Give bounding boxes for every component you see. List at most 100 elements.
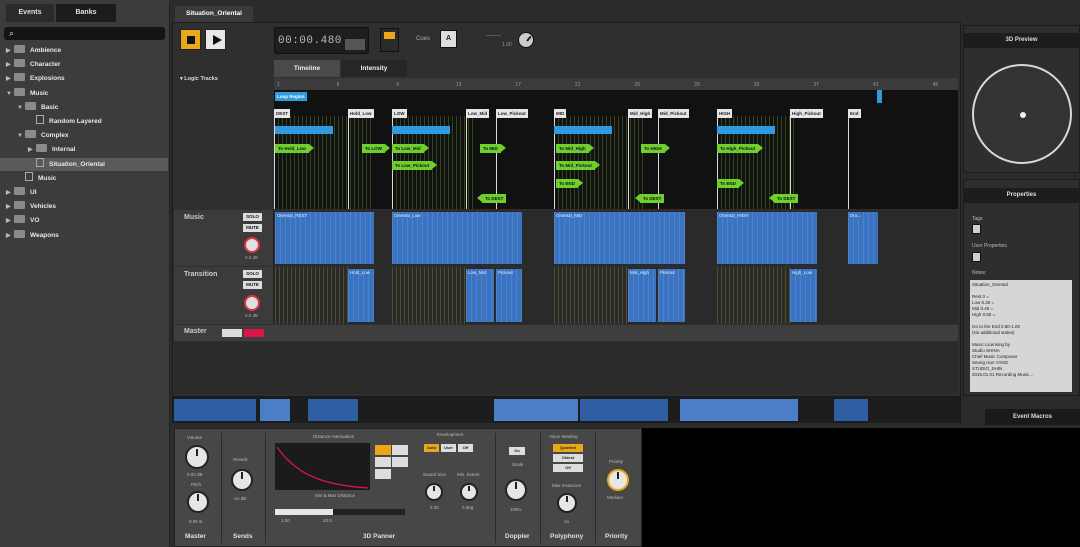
audio-region[interactable]: Low_Mid	[466, 269, 494, 322]
tab-intensity[interactable]: Intensity	[341, 60, 407, 77]
transition-marker[interactable]: To Low_Pickout	[392, 161, 438, 170]
audio-region[interactable]: Oriental_REST	[275, 212, 374, 264]
loop-bar[interactable]	[717, 126, 775, 134]
priority-knob[interactable]	[607, 469, 629, 491]
volume-knob[interactable]	[244, 295, 260, 311]
chevron-right-icon[interactable]: ▶	[6, 73, 14, 86]
transition-marker[interactable]: To Low_Mid	[392, 144, 429, 153]
playhead-cursor[interactable]	[877, 90, 882, 103]
listener-icon[interactable]	[1020, 112, 1026, 118]
tree-item-ui[interactable]: ▶ UI	[0, 186, 168, 199]
logic-track-area[interactable]: Loop Region DEST Hold_Low LOW Low_Mid Low_Pic…	[274, 90, 958, 209]
audio-region[interactable]: Oriental_HIGH	[717, 212, 817, 264]
audio-region[interactable]: High_Low	[790, 269, 817, 322]
destination-marker[interactable]: Low_Mid	[466, 109, 490, 118]
transition-marker[interactable]: To Hold_Low	[275, 144, 314, 153]
tab-situation-oriental[interactable]: Situation_Oriental	[175, 6, 253, 22]
notes-field[interactable]: Situation_Oriental Rest 0 = Low 0.30 = M…	[970, 280, 1072, 392]
curve-inverse-button[interactable]	[375, 457, 391, 467]
transition-marker[interactable]: To High_Pickout	[717, 144, 764, 153]
tree-item-vehicles[interactable]: ▶ Vehicles	[0, 200, 168, 213]
solo-button[interactable]: SOLO	[243, 270, 262, 278]
tree-item-vo[interactable]: ▶ VO	[0, 214, 168, 227]
audio-region[interactable]: Mid_High	[628, 269, 656, 322]
voice-stealing-quietest[interactable]: Quietest	[553, 444, 583, 452]
logic-tracks-toggle[interactable]: ▾ Logic Tracks	[180, 76, 218, 82]
tempo-knob[interactable]	[518, 32, 534, 48]
min-extent-knob[interactable]	[460, 483, 478, 501]
tree-item-explosions[interactable]: ▶ Explosions	[0, 72, 168, 85]
master-volume-knob[interactable]	[185, 445, 209, 469]
destination-marker[interactable]: Mid_Pickout	[658, 109, 689, 118]
loop-bar[interactable]	[554, 126, 612, 134]
audio-region[interactable]: Dra...	[848, 212, 878, 264]
transition-marker[interactable]: To END	[717, 179, 744, 188]
timeline-ruler[interactable]: 15913172125293337414549	[274, 78, 998, 90]
chevron-right-icon[interactable]: ▶	[6, 201, 14, 214]
chevron-right-icon[interactable]: ▶	[6, 187, 14, 200]
tab-event-macros[interactable]: Event Macros	[985, 409, 1080, 425]
doppler-scale-knob[interactable]	[505, 479, 527, 501]
destination-marker[interactable]: MID	[554, 109, 567, 118]
attenuation-curve-graph[interactable]	[275, 443, 370, 490]
destination-marker[interactable]: High_Pickout	[790, 109, 823, 118]
transition-marker[interactable]: To END	[556, 179, 583, 188]
audio-region[interactable]: Oriental_Low	[392, 212, 522, 264]
loop-toggle-button[interactable]	[380, 28, 399, 52]
chevron-right-icon[interactable]: ▶	[6, 59, 14, 72]
destination-marker[interactable]: LOW	[392, 109, 407, 118]
curve-off-button[interactable]	[375, 469, 391, 479]
loop-bar[interactable]	[275, 126, 333, 134]
transition-marker[interactable]: To Mid_High	[556, 144, 594, 153]
audio-region[interactable]: Pickout	[496, 269, 522, 322]
volume-knob[interactable]	[244, 237, 260, 253]
envelopment-user-button[interactable]: User	[441, 444, 456, 452]
audio-region[interactable]: Hold_Low	[348, 269, 374, 322]
audio-region[interactable]: Oriental_MID	[554, 212, 685, 264]
distance-range-slider[interactable]	[275, 509, 405, 515]
chevron-down-icon[interactable]: ▼	[17, 102, 25, 115]
chevron-right-icon[interactable]: ▶	[6, 215, 14, 228]
transition-marker[interactable]: To DEST	[476, 194, 507, 203]
destination-marker[interactable]: End	[848, 109, 861, 118]
reverb-send-knob[interactable]	[231, 469, 253, 491]
tab-timeline[interactable]: Timeline	[274, 60, 340, 77]
transition-marker[interactable]: To DEST	[768, 194, 799, 203]
tree-item-character[interactable]: ▶ Character	[0, 58, 168, 71]
tree-item-basic[interactable]: ▼ Basic	[0, 101, 168, 114]
max-instances-knob[interactable]	[557, 493, 577, 513]
destination-marker[interactable]: HIGH	[717, 109, 733, 118]
destination-marker[interactable]: Mid_High	[628, 109, 653, 118]
loop-region-marker[interactable]: Loop Region	[275, 92, 307, 101]
destination-marker[interactable]: Hold_Low	[348, 109, 374, 118]
play-button[interactable]	[205, 29, 226, 50]
transition-marker[interactable]: To MID	[480, 144, 506, 153]
track-lane[interactable]: Hold_Low Low_Mid Pickout Mid_High Pickout Hig…	[274, 267, 958, 324]
user-properties-field[interactable]	[972, 252, 981, 262]
tab-banks[interactable]: Banks	[56, 4, 116, 22]
3d-preview-globe[interactable]	[972, 64, 1072, 164]
curve-custom-button[interactable]	[392, 457, 408, 467]
chevron-down-icon[interactable]: ▼	[17, 130, 25, 143]
tree-item-music[interactable]: ▼ Music	[0, 87, 168, 100]
envelopment-off-button[interactable]: Off	[458, 444, 473, 452]
destination-marker[interactable]: Low_Pickout	[496, 109, 528, 118]
chevron-down-icon[interactable]: ▼	[6, 88, 14, 101]
transition-marker[interactable]: To HIGH	[641, 144, 670, 153]
voice-stealing-oldest[interactable]: Oldest	[553, 454, 583, 462]
audio-region[interactable]: Pickout	[658, 269, 685, 322]
tree-item-situation-oriental[interactable]: Situation_Oriental	[0, 157, 168, 171]
time-format-button[interactable]	[345, 39, 365, 50]
curve-log-button[interactable]	[392, 445, 408, 455]
transition-marker[interactable]: To Mid_Pickout	[556, 161, 600, 170]
mute-button[interactable]: MUTE	[243, 281, 262, 289]
envelopment-auto-button[interactable]: Auto	[424, 444, 439, 452]
tree-item-internal[interactable]: ▶ Internal	[0, 143, 168, 156]
chevron-right-icon[interactable]: ▶	[6, 45, 14, 58]
mute-button[interactable]: MUTE	[243, 224, 262, 232]
tree-item-complex[interactable]: ▼ Complex	[0, 129, 168, 142]
tree-item-random-layered[interactable]: Random Layered	[0, 115, 168, 128]
sound-size-knob[interactable]	[425, 483, 443, 501]
transition-marker[interactable]: To LOW	[362, 144, 390, 153]
search-input[interactable]: ⌕	[4, 27, 165, 40]
